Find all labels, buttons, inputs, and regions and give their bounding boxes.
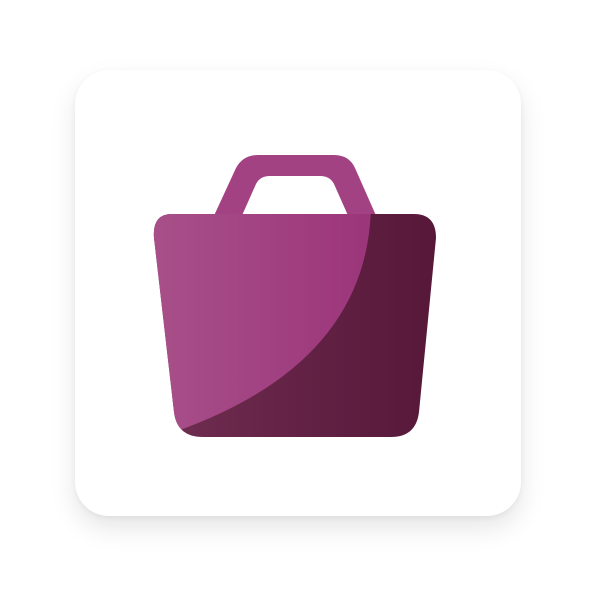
shopping-bag-icon (153, 155, 436, 437)
bag-handle (212, 155, 378, 220)
bag-body (153, 214, 436, 437)
canvas (0, 0, 591, 591)
